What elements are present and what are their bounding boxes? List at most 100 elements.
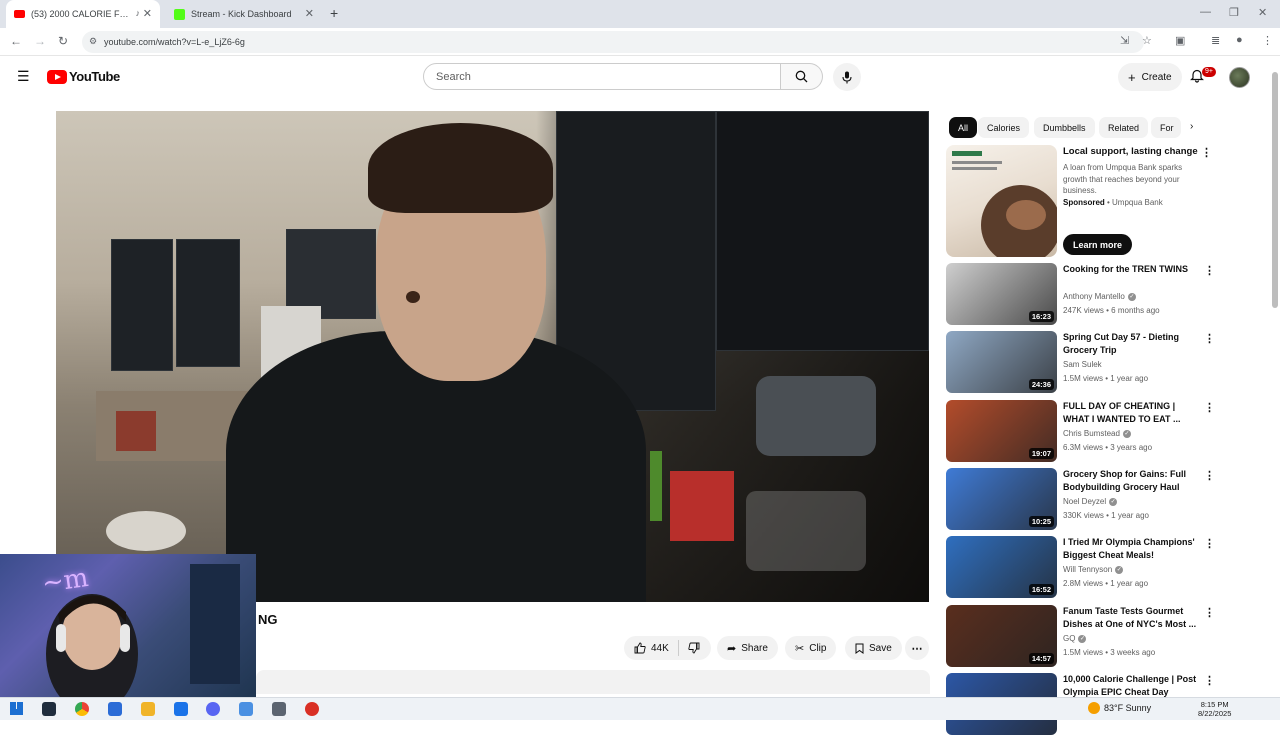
thumbs-down-icon[interactable] xyxy=(688,642,700,654)
channel-name[interactable]: Anthony Mantello ✓ xyxy=(1063,292,1136,301)
file-explorer-icon[interactable] xyxy=(141,702,155,716)
recommendation-item[interactable]: 16:52 I Tried Mr Olympia Champions' Bigge… xyxy=(946,536,1216,598)
channel-name[interactable]: GQ ✓ xyxy=(1063,634,1087,643)
chrome-icon[interactable] xyxy=(75,702,89,716)
chip-dumbbells[interactable]: Dumbbells xyxy=(1034,117,1095,138)
sun-icon xyxy=(1088,702,1100,714)
close-window-icon[interactable]: ✕ xyxy=(1258,6,1267,19)
browser-tab-youtube[interactable]: (53) 2000 CALORIE FULL DA ♪ ✕ xyxy=(6,0,160,28)
search-input[interactable]: Search xyxy=(423,63,781,90)
recommendation-item[interactable]: 19:07 FULL DAY OF CHEATING | WHAT I WANTE… xyxy=(946,400,1216,462)
address-bar[interactable]: ⚙ youtube.com/watch?v=L-e_LjZ6-6g xyxy=(82,31,1144,53)
recommendation-item[interactable]: 14:57 Fanum Taste Tests Gourmet Dishes at… xyxy=(946,605,1216,667)
share-button[interactable]: ➦ Share xyxy=(717,636,778,660)
learn-more-button[interactable]: Learn more xyxy=(1063,234,1133,255)
recommendation-menu-icon[interactable]: ⋮ xyxy=(1204,264,1215,277)
profile-icon[interactable]: ● xyxy=(1236,34,1243,46)
channel-name[interactable]: Noel Deyzel ✓ xyxy=(1063,497,1118,506)
chevron-right-icon[interactable]: › xyxy=(1190,121,1193,132)
app-icon[interactable] xyxy=(239,702,253,716)
video-player[interactable] xyxy=(56,111,929,602)
channel-name[interactable]: Sam Sulek xyxy=(1063,360,1102,369)
description-box[interactable] xyxy=(256,670,930,694)
upper-cabinet xyxy=(176,239,240,367)
forward-icon[interactable]: → xyxy=(34,34,46,48)
save-button[interactable]: Save xyxy=(845,636,902,660)
tab-close-icon[interactable]: ✕ xyxy=(305,7,314,20)
more-actions-button[interactable]: ⋯ xyxy=(905,636,929,660)
recommendation-thumbnail[interactable]: 24:36 xyxy=(946,331,1057,393)
reading-list-icon[interactable]: ≣ xyxy=(1211,34,1220,47)
channel-name[interactable]: Will Tennyson ✓ xyxy=(1063,565,1124,574)
recommendation-thumbnail[interactable]: 19:07 xyxy=(946,400,1057,462)
recommendation-title[interactable]: Cooking for the TREN TWINS xyxy=(1063,263,1203,276)
windows-start-icon[interactable] xyxy=(10,702,23,715)
recommendation-thumbnail[interactable]: 16:23 xyxy=(946,263,1057,325)
app-icon[interactable] xyxy=(108,702,122,716)
recommendation-menu-icon[interactable]: ⋮ xyxy=(1204,674,1215,687)
create-button[interactable]: + Create xyxy=(1118,63,1182,91)
recommendation-menu-icon[interactable]: ⋮ xyxy=(1204,401,1215,414)
ad-title[interactable]: Local support, lasting change xyxy=(1063,146,1203,157)
new-tab-button[interactable]: + xyxy=(330,5,338,21)
tab-title: (53) 2000 CALORIE FULL DA xyxy=(31,9,131,19)
tab-close-icon[interactable]: ✕ xyxy=(143,7,152,20)
sponsored-ad[interactable]: Local support, lasting change A loan fro… xyxy=(946,145,1216,258)
thumbs-up-icon[interactable] xyxy=(634,642,646,654)
browser-menu-icon[interactable]: ⋮ xyxy=(1262,34,1273,47)
mw-app-icon[interactable] xyxy=(42,702,56,716)
restore-icon[interactable]: ❐ xyxy=(1229,6,1239,19)
view-count-and-age: 1.5M views • 1 year ago xyxy=(1063,374,1149,383)
scrollbar-thumb[interactable] xyxy=(1272,72,1278,308)
recommendation-menu-icon[interactable]: ⋮ xyxy=(1204,606,1215,619)
install-app-icon[interactable]: ⇲ xyxy=(1120,34,1129,47)
recommendation-item[interactable]: 24:36 Spring Cut Day 57 - Dieting Grocery… xyxy=(946,331,1216,393)
bookmark-star-icon[interactable]: ☆ xyxy=(1142,34,1152,47)
tab-audio-icon[interactable]: ♪ xyxy=(136,8,141,18)
channel-name[interactable]: Chris Bumstead ✓ xyxy=(1063,429,1131,438)
chip-for[interactable]: For xyxy=(1151,117,1181,138)
chip-all[interactable]: All xyxy=(949,117,978,138)
obs-icon[interactable] xyxy=(272,702,286,716)
mail-icon[interactable] xyxy=(174,702,188,716)
webcam-overlay: ~m xyxy=(0,554,256,697)
recommendation-menu-icon[interactable]: ⋮ xyxy=(1204,469,1215,482)
search-button[interactable] xyxy=(781,63,823,90)
back-icon[interactable]: ← xyxy=(10,34,22,48)
recommendation-title[interactable]: FULL DAY OF CHEATING | WHAT I WANTED TO … xyxy=(1063,400,1203,426)
recording-app-icon[interactable] xyxy=(305,702,319,716)
clip-button[interactable]: ✂ Clip xyxy=(785,636,837,660)
system-clock[interactable]: 8:15 PM 8/22/2025 xyxy=(1198,700,1231,718)
recommendation-title[interactable]: I Tried Mr Olympia Champions' Biggest Ch… xyxy=(1063,536,1203,562)
recommendation-title[interactable]: 10,000 Calorie Challenge | Post Olympia … xyxy=(1063,673,1203,699)
recommendation-thumbnail[interactable]: 16:52 xyxy=(946,536,1057,598)
account-avatar[interactable] xyxy=(1229,67,1250,88)
ad-thumbnail[interactable] xyxy=(946,145,1057,257)
recommendation-title[interactable]: Fanum Taste Tests Gourmet Dishes at One … xyxy=(1063,605,1203,631)
earring xyxy=(406,291,420,303)
youtube-logo[interactable]: YouTube xyxy=(47,69,120,84)
weather-widget[interactable]: 83°F Sunny xyxy=(1088,702,1151,714)
voice-search-button[interactable] xyxy=(833,63,861,91)
scissors-icon: ✂ xyxy=(795,642,805,655)
recommendation-thumbnail[interactable]: 14:57 xyxy=(946,605,1057,667)
recommendation-menu-icon[interactable]: ⋮ xyxy=(1204,332,1215,345)
recommendation-item[interactable]: 10:25 Grocery Shop for Gains: Full Bodybu… xyxy=(946,468,1216,530)
discord-icon[interactable] xyxy=(206,702,220,716)
minimize-icon[interactable]: — xyxy=(1200,6,1211,18)
chip-related[interactable]: Related xyxy=(1099,117,1149,138)
ad-menu-icon[interactable]: ⋮ xyxy=(1201,146,1212,159)
extension-icon[interactable]: ▣ xyxy=(1175,34,1185,47)
reload-icon[interactable]: ↻ xyxy=(58,34,68,48)
recommendation-title[interactable]: Spring Cut Day 57 - Dieting Grocery Trip xyxy=(1063,331,1203,357)
ad-sponsor-line: Sponsored • Umpqua Bank xyxy=(1063,198,1163,207)
recommendation-thumbnail[interactable]: 10:25 xyxy=(946,468,1057,530)
like-count[interactable]: 44K xyxy=(651,643,669,654)
recommendation-item[interactable]: 16:23 Cooking for the TREN TWINS Anthony M… xyxy=(946,263,1216,325)
recommendation-menu-icon[interactable]: ⋮ xyxy=(1204,537,1215,550)
recommendation-title[interactable]: Grocery Shop for Gains: Full Bodybuildin… xyxy=(1063,468,1203,494)
site-info-icon[interactable]: ⚙ xyxy=(89,36,97,47)
chip-calories[interactable]: Calories xyxy=(978,117,1030,138)
browser-tab-kick[interactable]: Stream - Kick Dashboard ✕ xyxy=(166,0,322,28)
guide-menu-icon[interactable]: ☰ xyxy=(17,68,30,85)
